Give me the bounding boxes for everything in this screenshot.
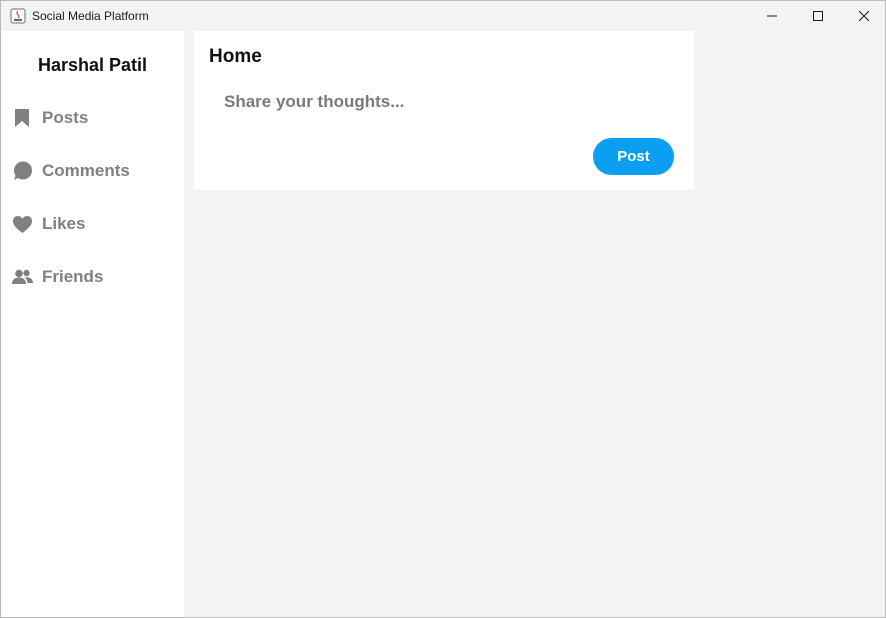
window-title: Social Media Platform — [32, 9, 149, 23]
speech-bubble-icon — [11, 160, 33, 182]
post-composer-card: Home Post — [194, 31, 694, 190]
minimize-icon — [767, 15, 777, 17]
sidebar-item-posts[interactable]: Posts — [11, 106, 88, 130]
sidebar-item-label: Comments — [42, 161, 130, 180]
sidebar-item-likes[interactable]: Likes — [11, 212, 85, 236]
sidebar-item-label: Posts — [42, 108, 89, 127]
main-content: Home Post — [184, 31, 885, 617]
close-button[interactable] — [841, 1, 885, 31]
bookmark-icon — [11, 107, 33, 129]
post-button[interactable]: Post — [593, 138, 674, 175]
share-thoughts-input[interactable] — [224, 89, 664, 115]
minimize-button[interactable] — [749, 1, 795, 31]
people-icon — [11, 266, 33, 288]
title-bar[interactable]: Social Media Platform — [1, 1, 885, 31]
page-title: Home — [209, 46, 262, 67]
java-app-icon — [10, 8, 26, 24]
sidebar-item-friends[interactable]: Friends — [11, 265, 103, 289]
close-icon — [859, 11, 869, 21]
maximize-icon — [813, 11, 823, 21]
heart-icon — [11, 213, 33, 235]
user-name: Harshal Patil — [37, 55, 148, 75]
sidebar-item-label: Likes — [42, 214, 86, 233]
sidebar: Harshal Patil Posts Comments Likes Frien… — [1, 31, 184, 617]
sidebar-item-label: Friends — [42, 267, 104, 286]
maximize-button[interactable] — [795, 1, 841, 31]
app-window: Social Media Platform Harshal Patil Post… — [0, 0, 886, 618]
sidebar-item-comments[interactable]: Comments — [11, 159, 130, 183]
